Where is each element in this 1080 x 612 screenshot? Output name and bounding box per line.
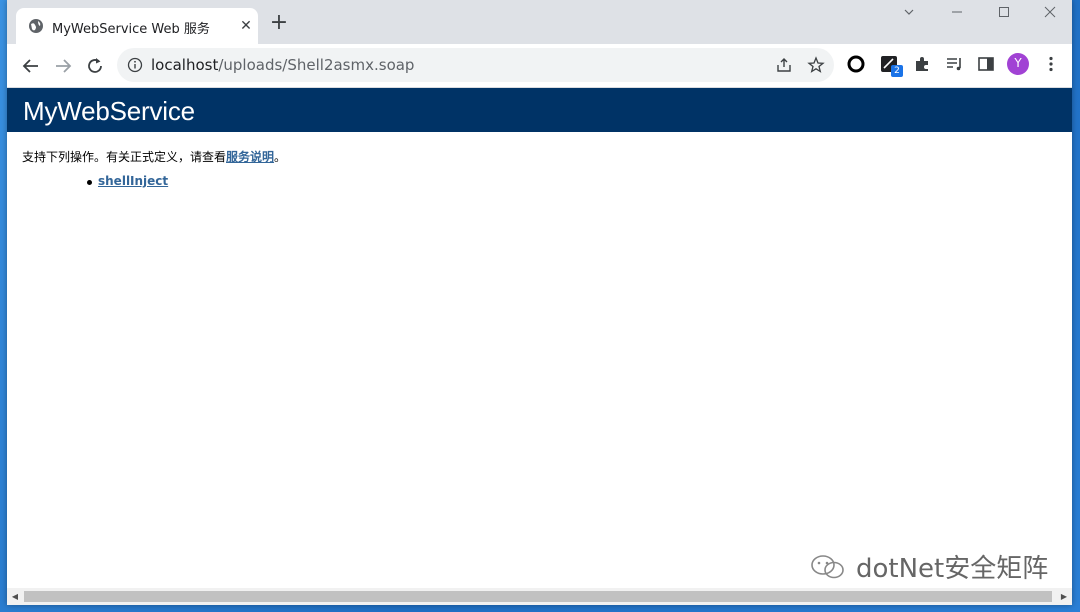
side-panel-icon[interactable] (976, 54, 996, 74)
url-text[interactable]: localhost/uploads/Shell2asmx.soap (151, 56, 414, 74)
list-item: shellInject (87, 174, 168, 188)
wechat-logo-icon (811, 555, 844, 579)
profile-avatar[interactable]: Y (1007, 53, 1029, 75)
url-host: localhost (151, 56, 219, 74)
more-menu-icon[interactable] (1041, 54, 1061, 74)
service-description-link[interactable]: 服务说明 (226, 150, 274, 164)
browser-window: MyWebService Web 服务 ✕ + localhost/upload… (7, 0, 1072, 605)
page-title: MyWebService (23, 96, 195, 126)
reload-icon[interactable] (83, 54, 107, 78)
operations-list: shellInject (87, 174, 168, 188)
scroll-left-icon[interactable]: ◀ (10, 591, 20, 602)
scrollbar-thumb[interactable] (24, 591, 1052, 602)
intro-text: 支持下列操作。有关正式定义，请查看服务说明。 (22, 148, 286, 165)
service-header: MyWebService (7, 88, 1072, 132)
bookmark-star-icon[interactable] (807, 56, 825, 74)
address-bar[interactable]: localhost/uploads/Shell2asmx.soap (117, 48, 834, 82)
scroll-right-icon[interactable]: ▶ (1059, 591, 1069, 602)
tab-search-icon[interactable] (894, 6, 924, 26)
tab-title: MyWebService Web 服务 (52, 22, 210, 37)
close-tab-icon[interactable]: ✕ (238, 18, 254, 34)
close-window-button[interactable] (1035, 6, 1065, 26)
globe-icon (29, 19, 43, 33)
watermark-text: dotNet安全矩阵 (856, 554, 1049, 584)
puzzle-icon[interactable] (912, 54, 932, 74)
url-path: /uploads/Shell2asmx.soap (218, 56, 415, 74)
extension-ring-icon[interactable] (846, 54, 866, 74)
reading-list-icon[interactable] (944, 54, 964, 74)
horizontal-scrollbar[interactable]: ◀ ▶ (7, 588, 1072, 605)
extension-badge: 2 (891, 65, 903, 77)
intro-label: 支持下列操作。有关正式定义，请查看 (22, 150, 227, 164)
operation-link-shellinject[interactable]: shellInject (98, 174, 168, 188)
new-tab-button[interactable]: + (269, 12, 289, 34)
forward-arrow-icon[interactable] (51, 54, 75, 78)
back-arrow-icon[interactable] (19, 54, 43, 78)
minimize-button[interactable] (942, 6, 972, 26)
maximize-button[interactable] (989, 6, 1019, 26)
browser-toolbar: localhost/uploads/Shell2asmx.soap 2 Y (7, 44, 1072, 88)
tab-strip: MyWebService Web 服务 ✕ + (7, 0, 1072, 44)
intro-period: 。 (274, 150, 287, 164)
info-icon[interactable] (127, 57, 143, 73)
page-content: MyWebService 支持下列操作。有关正式定义，请查看服务说明。 shel… (7, 88, 1072, 588)
share-icon[interactable] (775, 56, 793, 74)
tab-active[interactable]: MyWebService Web 服务 ✕ (16, 8, 258, 44)
